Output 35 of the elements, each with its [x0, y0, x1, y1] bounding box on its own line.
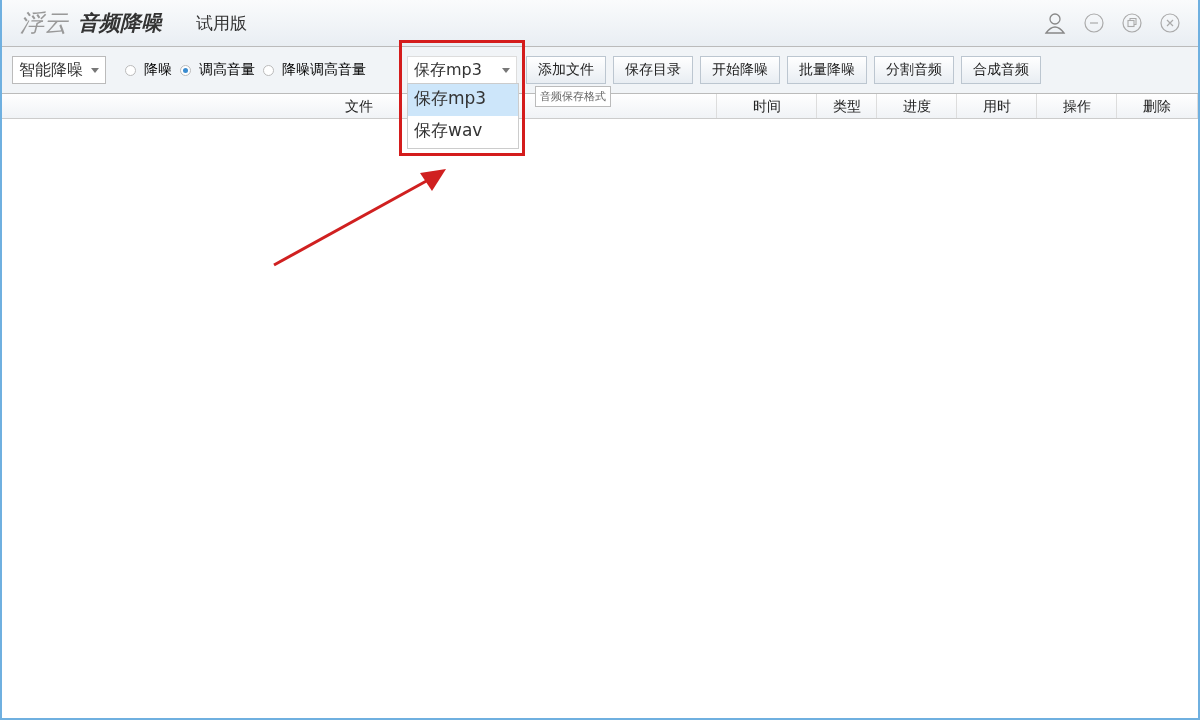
minimize-icon[interactable]: [1084, 13, 1104, 33]
logo-text: 浮云: [20, 8, 68, 39]
radio-option[interactable]: 降噪: [125, 61, 172, 79]
radio-circle[interactable]: [125, 64, 136, 76]
caret-icon: [91, 67, 99, 73]
column-header[interactable]: 用时: [957, 94, 1037, 118]
column-header[interactable]: 时间: [717, 94, 817, 118]
column-header[interactable]: 删除: [1117, 94, 1198, 118]
caret-icon: [502, 67, 510, 73]
column-header[interactable]: 类型: [817, 94, 877, 118]
edition-label: 试用版: [196, 11, 247, 35]
toolbar-button[interactable]: 分割音频: [874, 56, 954, 84]
toolbar-button[interactable]: 开始降噪: [700, 56, 780, 84]
column-header[interactable]: 操作: [1037, 94, 1117, 118]
radio-circle[interactable]: [180, 64, 191, 76]
radio-label: 降噪调高音量: [282, 61, 366, 79]
user-icon[interactable]: [1044, 12, 1066, 34]
toolbar-button[interactable]: 保存目录: [613, 56, 693, 84]
toolbar-button[interactable]: 合成音频: [961, 56, 1041, 84]
toolbar-button[interactable]: 添加文件: [526, 56, 606, 84]
radio-option[interactable]: 调高音量: [180, 61, 255, 79]
mode-dropdown[interactable]: 智能降噪: [12, 56, 106, 84]
tooltip: 音频保存格式: [535, 86, 611, 107]
radio-option[interactable]: 降噪调高音量: [263, 61, 366, 79]
format-dropdown[interactable]: 保存mp3: [407, 56, 517, 84]
toolbar-button[interactable]: 批量降噪: [787, 56, 867, 84]
radio-circle[interactable]: [263, 64, 274, 76]
window-title: 音频降噪: [78, 10, 162, 37]
close-icon[interactable]: [1160, 13, 1180, 33]
dropdown-option[interactable]: 保存mp3: [408, 84, 518, 116]
column-header[interactable]: 进度: [877, 94, 957, 118]
radio-label: 降噪: [144, 61, 172, 79]
restore-icon[interactable]: [1122, 13, 1142, 33]
radio-label: 调高音量: [199, 61, 255, 79]
dropdown-option[interactable]: 保存wav: [408, 116, 518, 148]
